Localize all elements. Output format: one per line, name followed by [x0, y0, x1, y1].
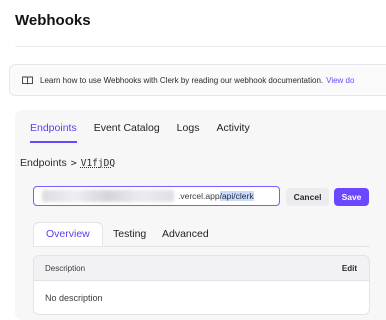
breadcrumb-endpoints[interactable]: Endpoints — [20, 157, 67, 169]
subtab-advanced[interactable]: Advanced — [162, 222, 209, 246]
info-banner: Learn how to use Webhooks with Clerk by … — [9, 64, 386, 96]
edit-description-button[interactable]: Edit — [342, 264, 357, 273]
url-selected-text: /api/clerk — [219, 191, 254, 201]
url-domain-text: .vercel.app — [178, 191, 220, 201]
redacted-url-segment — [42, 190, 174, 202]
book-icon — [22, 76, 33, 85]
description-card: Description Edit No description — [33, 255, 370, 315]
banner-text: Learn how to use Webhooks with Clerk by … — [40, 75, 324, 85]
title-divider — [15, 46, 386, 47]
subtab-overview[interactable]: Overview — [33, 222, 103, 246]
description-heading: Description — [45, 263, 86, 273]
breadcrumb-separator: > — [70, 157, 77, 169]
tab-event-catalog[interactable]: Event Catalog — [94, 122, 160, 143]
tab-logs[interactable]: Logs — [177, 122, 200, 143]
description-card-header: Description Edit — [34, 256, 369, 281]
subtab-testing[interactable]: Testing — [113, 222, 146, 246]
breadcrumb: Endpoints > V1fjDQ — [20, 157, 115, 169]
view-docs-link[interactable]: View do — [326, 76, 354, 85]
description-text: No description — [45, 293, 103, 303]
cancel-button[interactable]: Cancel — [286, 188, 329, 206]
endpoint-subtabs: Overview Testing Advanced — [33, 222, 370, 247]
page-title: Webhooks — [15, 12, 91, 29]
tab-endpoints[interactable]: Endpoints — [30, 122, 77, 143]
tab-activity[interactable]: Activity — [216, 122, 249, 143]
save-button[interactable]: Save — [334, 188, 369, 206]
endpoint-url-input[interactable]: .vercel.app /api/clerk — [33, 186, 280, 206]
endpoint-id[interactable]: V1fjDQ — [81, 158, 115, 169]
main-tabs: Endpoints Event Catalog Logs Activity — [30, 122, 250, 143]
